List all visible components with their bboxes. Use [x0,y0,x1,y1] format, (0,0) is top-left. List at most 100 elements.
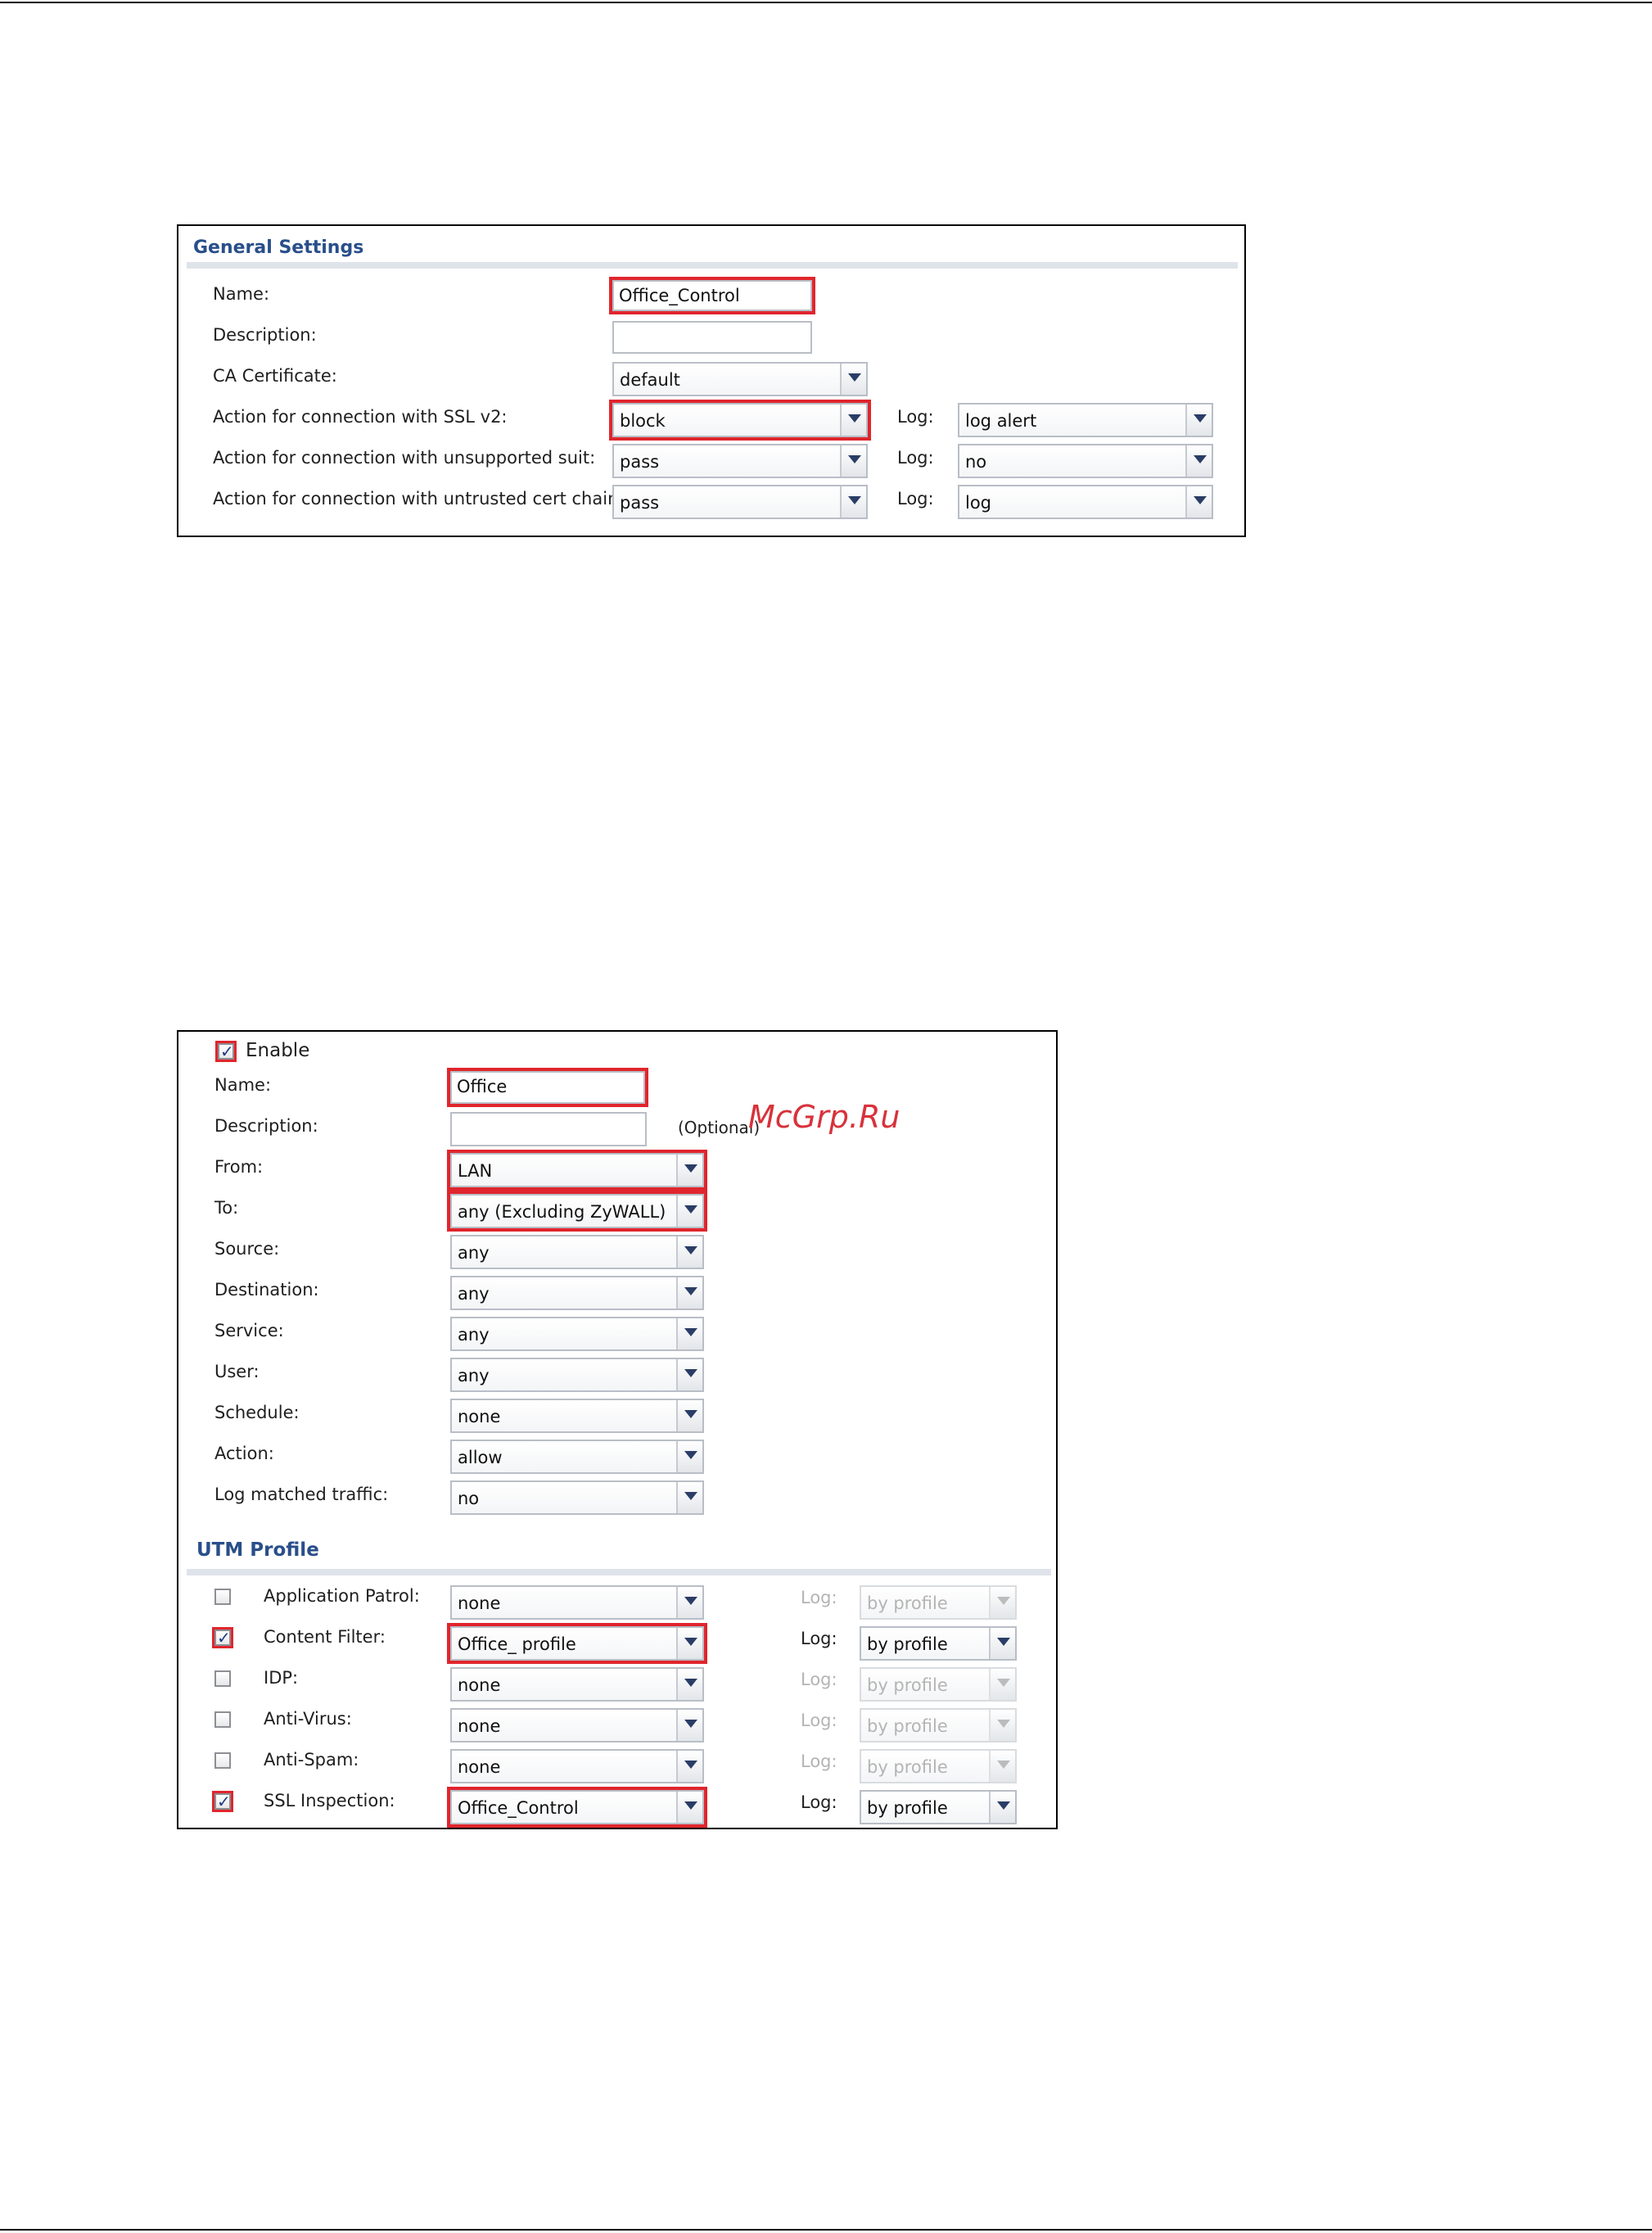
anti-spam-label: Anti-Spam: [264,1750,359,1770]
chevron-down-icon[interactable] [676,1482,702,1513]
action-select[interactable]: allow [450,1440,704,1474]
chevron-down-icon[interactable] [676,1196,702,1227]
source-label: Source: [214,1239,280,1259]
anti-virus-log-value: by profile [867,1716,948,1736]
chevron-down-icon[interactable] [676,1628,702,1659]
chevron-down-icon[interactable] [676,1587,702,1618]
ssl-v2-log-select[interactable]: log alert [958,403,1213,437]
untrusted-cert-log-value: log [965,493,992,513]
user-value: any [458,1366,490,1385]
chevron-down-icon[interactable] [840,364,866,395]
chevron-down-icon[interactable] [676,1441,702,1472]
to-select[interactable]: any (Excluding ZyWALL) [447,1191,707,1232]
chevron-down-icon[interactable] [676,1669,702,1700]
chevron-down-icon[interactable] [676,1751,702,1782]
content-filter-select[interactable]: Office_ profile [447,1623,707,1664]
chevron-down-icon [989,1710,1015,1741]
action-label: Action: [214,1444,274,1463]
destination-select[interactable]: any [450,1276,704,1310]
service-select[interactable]: any [450,1317,704,1351]
untrusted-cert-action-select[interactable]: pass [612,485,868,519]
application-patrol-log-select: by profile [860,1585,1017,1620]
chevron-down-icon[interactable] [676,1359,702,1390]
ssl-v2-action-label: Action for connection with SSL v2: [213,407,508,427]
from-label: From: [214,1157,264,1177]
idp-checkbox[interactable] [214,1670,231,1687]
section-divider [187,262,1238,269]
anti-spam-log-select: by profile [860,1749,1017,1783]
user-select[interactable]: any [450,1358,704,1392]
content-filter-log-select[interactable]: by profile [860,1626,1017,1661]
policy-name-input[interactable]: Office [447,1068,648,1107]
ssl-inspection-log-label: Log: [801,1792,837,1812]
service-value: any [458,1325,490,1345]
untrusted-cert-log-select[interactable]: log [958,485,1213,519]
chevron-down-icon[interactable] [676,1710,702,1741]
content-filter-checkbox[interactable] [212,1627,233,1648]
policy-description-label: Description: [214,1116,318,1136]
log-matched-traffic-value: no [458,1489,480,1508]
source-select[interactable]: any [450,1235,704,1269]
name-label: Name: [213,284,270,304]
application-patrol-checkbox[interactable] [214,1589,231,1605]
ca-certificate-select[interactable]: default [612,362,868,396]
anti-spam-checkbox[interactable] [214,1752,231,1769]
destination-label: Destination: [214,1280,319,1300]
anti-spam-select[interactable]: none [450,1749,704,1783]
idp-log-label: Log: [801,1670,837,1689]
anti-virus-log-select: by profile [860,1708,1017,1743]
idp-select[interactable]: none [450,1667,704,1702]
content-filter-value: Office_ profile [458,1634,576,1654]
policy-description-input[interactable] [450,1112,647,1146]
schedule-label: Schedule: [214,1403,300,1422]
name-input[interactable]: Office_Control [609,277,815,314]
application-patrol-value: none [458,1593,501,1613]
unsupported-suit-action-select[interactable]: pass [612,444,868,478]
chevron-down-icon[interactable] [676,1318,702,1349]
chevron-down-icon[interactable] [840,405,866,436]
ca-certificate-value: default [620,370,680,390]
unsupported-suit-log-select[interactable]: no [958,444,1213,478]
utm-profile-title: UTM Profile [196,1539,319,1561]
service-label: Service: [214,1321,284,1340]
action-value: allow [458,1448,503,1467]
destination-value: any [458,1284,490,1304]
user-label: User: [214,1362,260,1381]
from-select[interactable]: LAN [447,1150,707,1191]
ssl-v2-log-value: log alert [965,411,1037,431]
chevron-down-icon[interactable] [989,1792,1015,1823]
chevron-down-icon[interactable] [1185,445,1212,477]
chevron-down-icon[interactable] [989,1628,1015,1659]
anti-virus-select[interactable]: none [450,1708,704,1743]
enable-checkbox[interactable] [215,1041,237,1062]
chevron-down-icon[interactable] [840,486,866,518]
unsupported-suit-action-value: pass [620,452,660,472]
anti-virus-value: none [458,1716,501,1736]
chevron-down-icon[interactable] [676,1400,702,1431]
policy-name-label: Name: [214,1075,272,1095]
description-input[interactable] [612,321,812,354]
content-filter-label: Content Filter: [264,1627,386,1647]
ssl-inspection-value: Office_Control [458,1798,579,1818]
anti-virus-log-label: Log: [801,1711,837,1730]
schedule-select[interactable]: none [450,1399,704,1433]
chevron-down-icon[interactable] [676,1277,702,1309]
untrusted-cert-log-label: Log: [897,489,934,509]
chevron-down-icon[interactable] [840,445,866,477]
ssl-v2-log-label: Log: [897,407,934,427]
chevron-down-icon[interactable] [676,1792,702,1823]
log-matched-traffic-select[interactable]: no [450,1480,704,1515]
top-rule [0,2,1652,3]
chevron-down-icon[interactable] [1185,405,1212,436]
ssl-inspection-select[interactable]: Office_Control [447,1787,707,1828]
application-patrol-select[interactable]: none [450,1585,704,1620]
from-value: LAN [458,1161,493,1181]
chevron-down-icon[interactable] [676,1236,702,1268]
chevron-down-icon[interactable] [676,1155,702,1186]
ssl-inspection-log-select[interactable]: by profile [860,1790,1017,1824]
anti-virus-checkbox[interactable] [214,1711,231,1728]
ssl-v2-action-select[interactable]: block [609,400,871,441]
chevron-down-icon[interactable] [1185,486,1212,518]
ssl-inspection-checkbox[interactable] [212,1791,233,1812]
ssl-inspection-log-value: by profile [867,1798,948,1818]
